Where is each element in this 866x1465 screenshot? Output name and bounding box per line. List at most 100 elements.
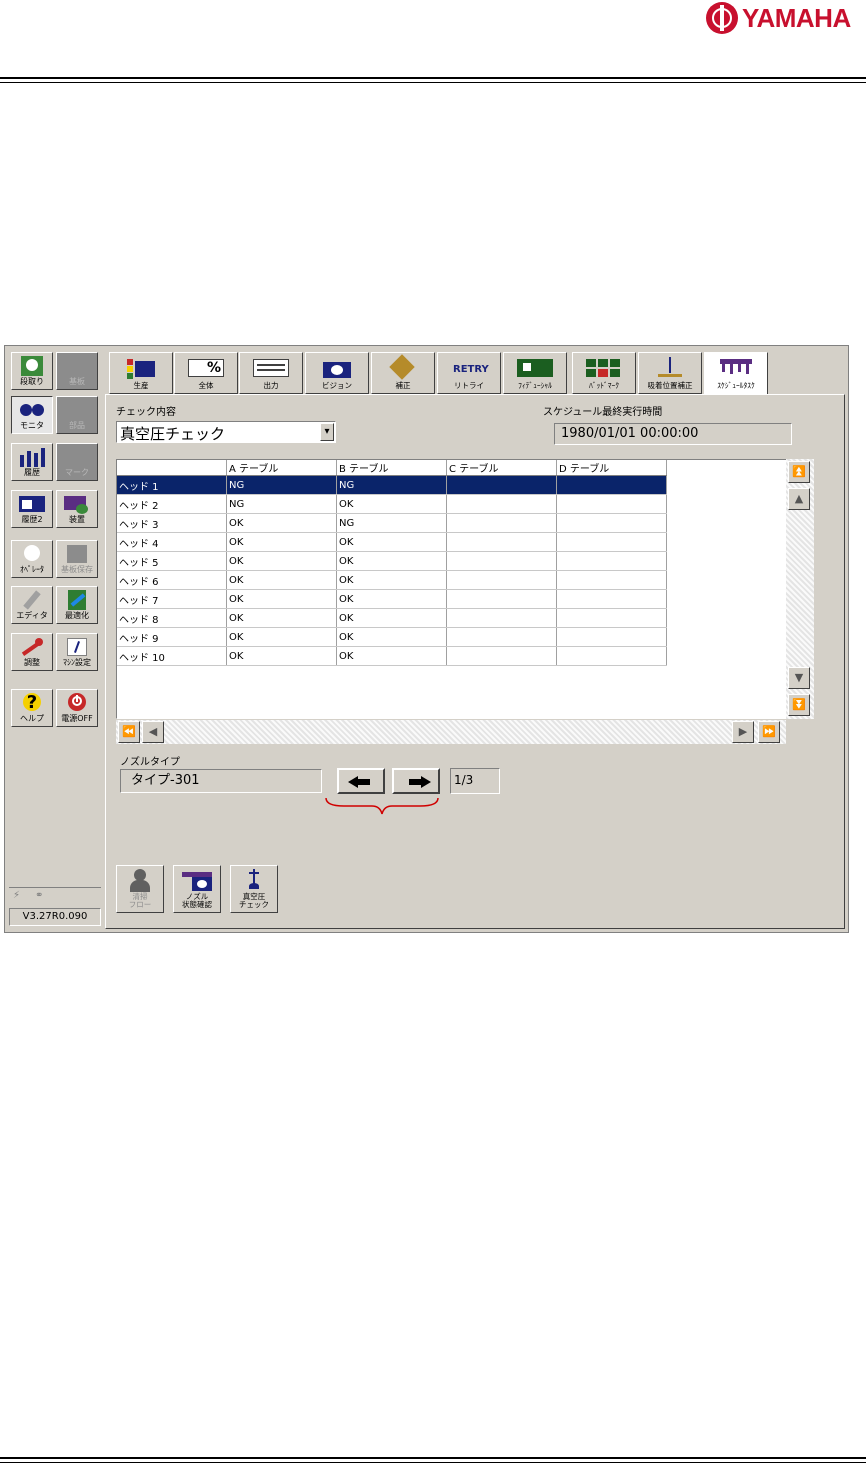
table-cell[interactable] (556, 589, 667, 609)
table-cell[interactable]: NG (226, 475, 337, 495)
scroll-up-button[interactable]: ▲ (788, 488, 810, 510)
table-row[interactable]: ヘッド 1 NG NG (117, 475, 667, 495)
table-cell[interactable]: OK (226, 570, 337, 590)
table-row[interactable]: ヘッド 9 OK OK (117, 627, 667, 647)
table-cell[interactable]: ヘッド 10 (117, 646, 227, 666)
table-cell[interactable]: ヘッド 6 (117, 570, 227, 590)
table-cell[interactable]: ヘッド 9 (117, 627, 227, 647)
table-row[interactable]: ヘッド 10 OK OK (117, 646, 667, 666)
table-cell[interactable] (556, 608, 667, 628)
table-cell[interactable]: NG (336, 513, 447, 533)
table-cell[interactable]: ヘッド 1 (117, 475, 227, 495)
operator-button[interactable]: ｵﾍﾟﾚｰﾀ (11, 540, 53, 578)
table-cell[interactable] (556, 513, 667, 533)
mark-button[interactable]: マーク (56, 443, 98, 481)
table-cell[interactable] (556, 551, 667, 571)
tab-vision[interactable]: ビジョン (305, 352, 369, 394)
horizontal-scrollbar[interactable] (116, 720, 786, 744)
table-cell[interactable]: OK (226, 532, 337, 552)
table-cell[interactable]: OK (226, 646, 337, 666)
history2-button[interactable]: 履歴2 (11, 490, 53, 528)
setup-button[interactable]: 段取り (11, 352, 53, 390)
tab-schedule-task[interactable]: ｽｹｼﾞｭｰﾙﾀｽｸ (704, 352, 768, 397)
table-cell[interactable] (556, 532, 667, 552)
table-cell[interactable] (556, 475, 667, 495)
table-cell[interactable]: OK (336, 532, 447, 552)
table-cell[interactable]: ヘッド 5 (117, 551, 227, 571)
scroll-bottom-button[interactable]: ⏬ (788, 694, 810, 716)
optimize-button[interactable]: 最適化 (56, 586, 98, 624)
adjust-button[interactable]: 調整 (11, 633, 53, 671)
table-cell[interactable]: OK (226, 513, 337, 533)
scroll-down-button[interactable]: ▼ (788, 667, 810, 689)
table-cell[interactable]: OK (336, 646, 447, 666)
editor-button[interactable]: エディタ (11, 586, 53, 624)
table-cell[interactable]: OK (336, 570, 447, 590)
tab-pickup-correction[interactable]: 吸着位置補正 (638, 352, 702, 394)
table-cell[interactable] (446, 608, 557, 628)
power-off-button[interactable]: 電源OFF (56, 689, 98, 727)
monitor-button[interactable]: モニタ (11, 396, 53, 434)
vacuum-check-button[interactable]: 真空圧 チェック (230, 865, 278, 913)
table-cell[interactable] (446, 494, 557, 514)
table-row[interactable]: ヘッド 8 OK OK (117, 608, 667, 628)
nozzle-status-button[interactable]: ノズル 状態確認 (173, 865, 221, 913)
table-cell[interactable] (446, 551, 557, 571)
table-row[interactable]: ヘッド 3 OK NG (117, 513, 667, 533)
tab-retry[interactable]: RETRY リトライ (437, 352, 501, 394)
table-cell[interactable] (556, 570, 667, 590)
table-cell[interactable] (446, 646, 557, 666)
parts-button[interactable]: 部品 (56, 396, 98, 434)
table-cell[interactable]: OK (226, 627, 337, 647)
scroll-last-button[interactable]: ⏩ (758, 721, 780, 743)
help-button[interactable]: ? ヘルプ (11, 689, 53, 727)
table-cell[interactable]: OK (336, 608, 447, 628)
previous-nozzle-button[interactable] (337, 768, 385, 794)
history-button[interactable]: 履歴 (11, 443, 53, 481)
table-row[interactable]: ヘッド 5 OK OK (117, 551, 667, 571)
table-cell[interactable] (446, 475, 557, 495)
scroll-first-button[interactable]: ⏪ (118, 721, 140, 743)
table-cell[interactable]: OK (336, 627, 447, 647)
table-cell[interactable]: OK (336, 494, 447, 514)
table-cell[interactable]: ヘッド 8 (117, 608, 227, 628)
scroll-left-button[interactable]: ◀ (142, 721, 164, 743)
tab-overall[interactable]: % 全体 (174, 352, 238, 394)
tab-output[interactable]: 出力 (239, 352, 303, 394)
table-cell[interactable]: ヘッド 3 (117, 513, 227, 533)
table-cell[interactable]: OK (226, 551, 337, 571)
table-cell[interactable]: ヘッド 4 (117, 532, 227, 552)
table-cell[interactable]: OK (336, 551, 447, 571)
table-row[interactable]: ヘッド 6 OK OK (117, 570, 667, 590)
tab-fiducial[interactable]: ﾌｨﾃﾞｭｰｼｬﾙ (503, 352, 567, 394)
device-button[interactable]: 装置 (56, 490, 98, 528)
table-row[interactable]: ヘッド 7 OK OK (117, 589, 667, 609)
next-nozzle-button[interactable] (392, 768, 440, 794)
tab-correction[interactable]: 補正 (371, 352, 435, 394)
table-row[interactable]: ヘッド 4 OK OK (117, 532, 667, 552)
table-cell[interactable] (446, 570, 557, 590)
table-cell[interactable] (446, 627, 557, 647)
table-cell[interactable] (556, 646, 667, 666)
table-cell[interactable]: ヘッド 7 (117, 589, 227, 609)
table-cell[interactable]: ヘッド 2 (117, 494, 227, 514)
scroll-right-button[interactable]: ▶ (732, 721, 754, 743)
scroll-top-button[interactable]: ⏫ (788, 461, 810, 483)
table-cell[interactable]: NG (226, 494, 337, 514)
check-content-select[interactable]: 真空圧チェック ▾ (116, 421, 336, 443)
table-cell[interactable]: NG (336, 475, 447, 495)
table-row[interactable]: ヘッド 2 NG OK (117, 494, 667, 514)
board-button[interactable]: 基板 (56, 352, 98, 390)
table-cell[interactable]: OK (226, 608, 337, 628)
table-cell[interactable] (556, 494, 667, 514)
machine-settings-button[interactable]: ﾏｼﾝ設定 (56, 633, 98, 671)
table-cell[interactable] (446, 513, 557, 533)
tab-production[interactable]: 生産 (109, 352, 173, 394)
table-cell[interactable]: OK (226, 589, 337, 609)
save-board-button[interactable]: 基板保存 (56, 540, 98, 578)
cleaning-flow-button[interactable]: 清掃 フロー (116, 865, 164, 913)
chevron-down-icon[interactable]: ▾ (320, 423, 334, 441)
table-cell[interactable] (446, 532, 557, 552)
table-cell[interactable] (556, 627, 667, 647)
tab-bad-mark[interactable]: ﾊﾞｯﾄﾞﾏｰｸ (572, 352, 636, 394)
